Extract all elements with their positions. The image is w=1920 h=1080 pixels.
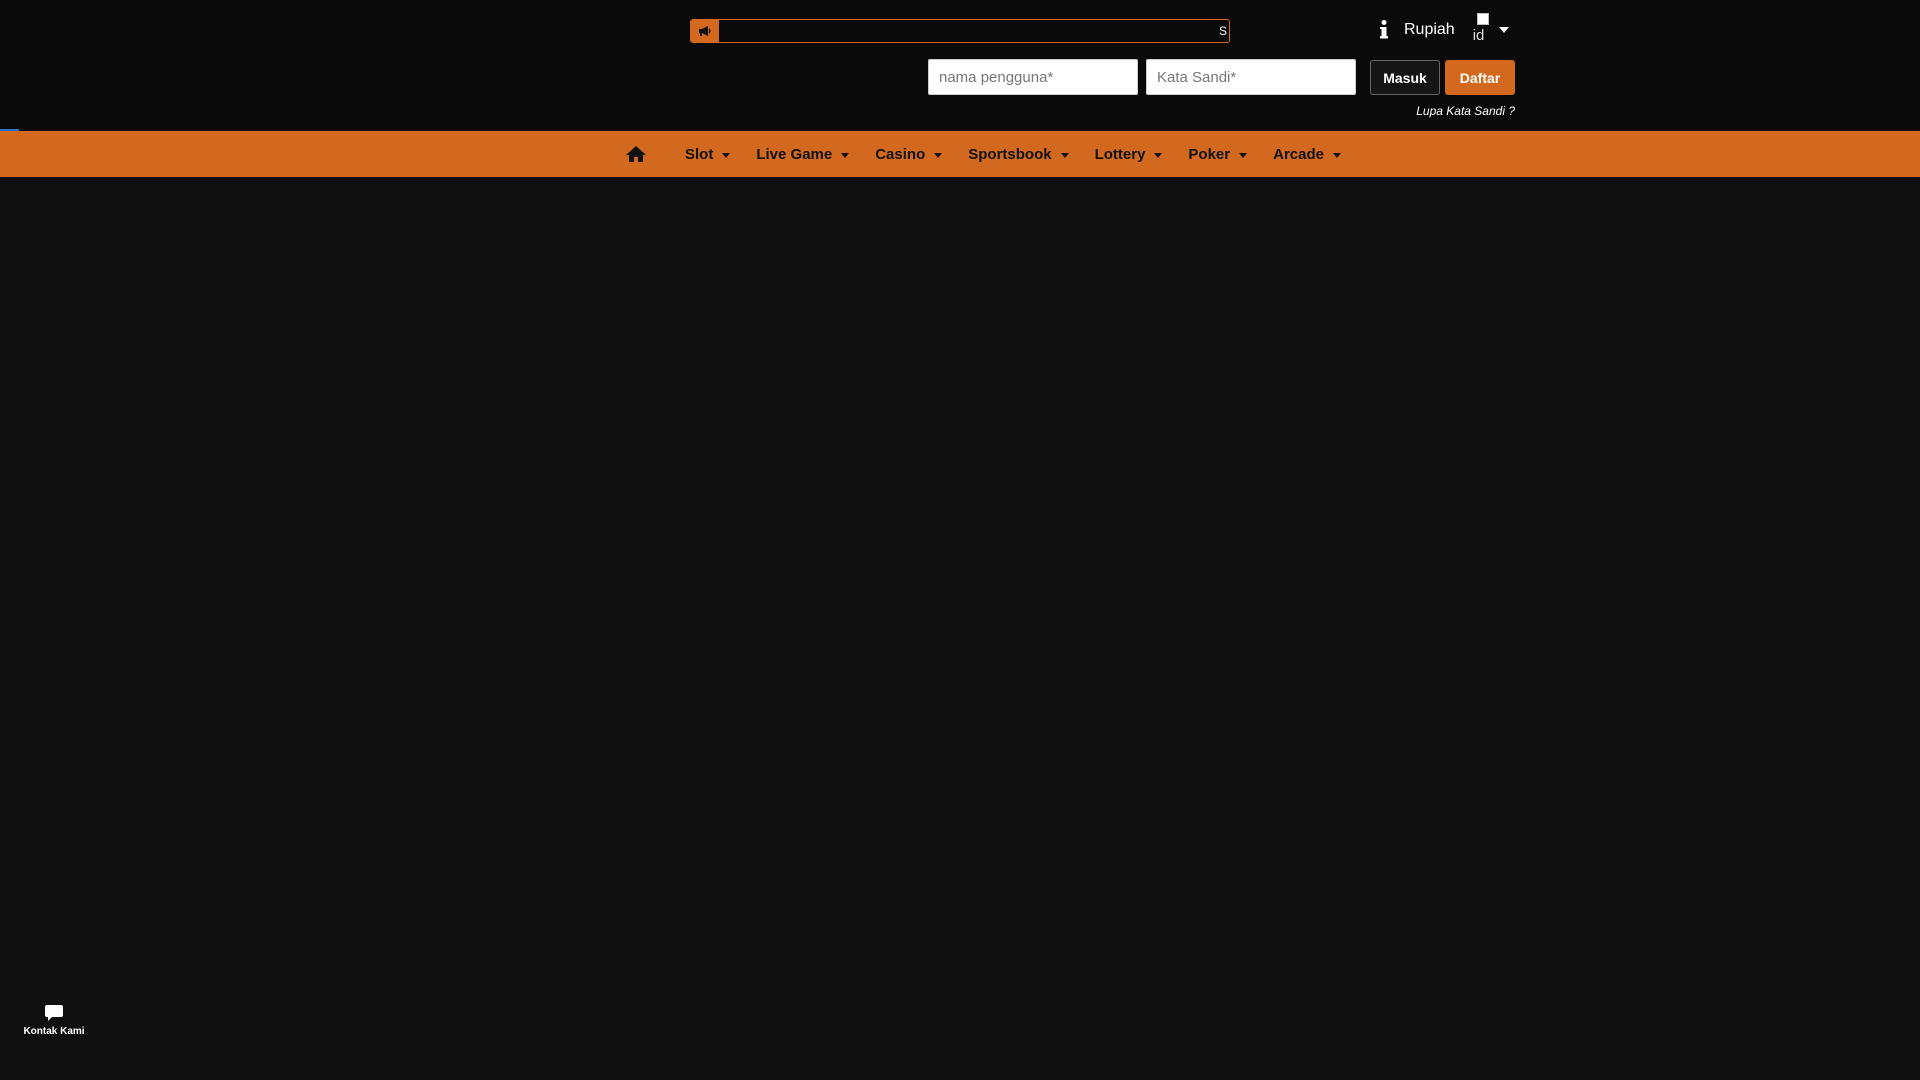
chevron-down-icon (1060, 152, 1069, 158)
top-header: S Rupiah id Masuk Daftar Lupa Kata Sandi… (0, 0, 1920, 131)
flag-image: id (1473, 13, 1493, 47)
nav-item-label: Lottery (1094, 145, 1146, 163)
chevron-down-icon (1154, 152, 1163, 158)
chevron-down-icon (841, 152, 850, 158)
nav-item-lottery[interactable]: Lottery (1082, 146, 1176, 163)
announcement-text: S (1219, 24, 1228, 38)
register-button[interactable]: Daftar (1445, 60, 1515, 95)
contact-us-label: Kontak Kami (23, 1026, 85, 1037)
chevron-down-icon (1239, 152, 1248, 158)
nav-item-label: Casino (875, 145, 926, 163)
language-selector[interactable]: id (1473, 13, 1509, 47)
header-utilities: Rupiah id (1378, 12, 1509, 48)
main-nav: Slot Live Game Casino Sportsbook Lottery… (0, 131, 1920, 177)
username-input[interactable] (928, 59, 1138, 95)
nav-item-label: Live Game (756, 145, 833, 163)
chevron-down-icon (1498, 27, 1509, 33)
info-icon[interactable] (1378, 19, 1390, 41)
flag-alt-text: id (1472, 27, 1485, 44)
chevron-down-icon (722, 152, 731, 158)
currency-label[interactable]: Rupiah (1404, 21, 1455, 39)
forgot-password-link[interactable]: Lupa Kata Sandi ? (1416, 104, 1515, 118)
nav-item-arcade[interactable]: Arcade (1260, 146, 1354, 163)
broken-image-icon (1476, 13, 1489, 25)
password-input[interactable] (1146, 59, 1356, 95)
chevron-down-icon (934, 152, 943, 158)
nav-item-label: Slot (685, 145, 714, 163)
chat-bubble-icon (45, 1005, 63, 1021)
nav-item-label: Arcade (1273, 145, 1324, 163)
login-button[interactable]: Masuk (1370, 60, 1440, 95)
megaphone-icon (691, 20, 719, 42)
nav-item-live-game[interactable]: Live Game (743, 146, 862, 163)
nav-item-slot[interactable]: Slot (672, 146, 743, 163)
nav-item-casino[interactable]: Casino (862, 146, 955, 163)
contact-us-widget[interactable]: Kontak Kami (18, 1004, 90, 1046)
nav-item-poker[interactable]: Poker (1175, 146, 1260, 163)
nav-items: Slot Live Game Casino Sportsbook Lottery… (624, 131, 1354, 177)
nav-item-label: Poker (1188, 145, 1231, 163)
chevron-down-icon (1332, 152, 1341, 158)
home-icon[interactable] (624, 142, 648, 166)
nav-item-label: Sportsbook (968, 145, 1052, 163)
nav-item-sportsbook[interactable]: Sportsbook (955, 146, 1081, 163)
announcement-bar[interactable]: S (690, 19, 1230, 43)
